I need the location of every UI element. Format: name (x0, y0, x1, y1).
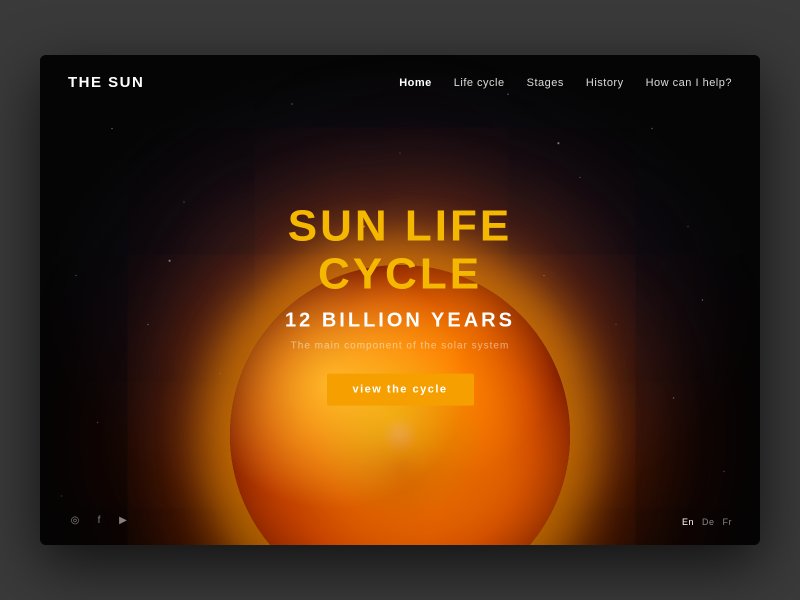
nav-item-history[interactable]: History (586, 73, 624, 91)
hero-years: 12 BILLION YEARS (220, 309, 580, 332)
browser-window: THE SUN Home Life cycle Stages History H… (40, 55, 760, 545)
site-logo[interactable]: THE SUN (68, 74, 144, 91)
nav-menu: Home Life cycle Stages History How can I… (399, 73, 732, 91)
lang-fr[interactable]: Fr (723, 517, 733, 527)
lang-en[interactable]: En (682, 517, 694, 527)
youtube-icon[interactable]: ▶ (116, 513, 130, 527)
instagram-icon[interactable]: ◎ (68, 513, 82, 527)
nav-item-lifecycle[interactable]: Life cycle (454, 73, 505, 91)
facebook-icon[interactable]: f (92, 513, 106, 527)
nav-item-help[interactable]: How can I help? (646, 73, 732, 91)
navbar: THE SUN Home Life cycle Stages History H… (40, 55, 760, 109)
view-cycle-button[interactable]: View the cycle (327, 373, 474, 405)
nav-item-home[interactable]: Home (399, 73, 432, 91)
nav-item-stages[interactable]: Stages (527, 73, 564, 91)
lang-de[interactable]: De (702, 517, 715, 527)
hero-content: SUN LIFE CYCLE 12 BILLION YEARS The main… (220, 203, 580, 406)
social-links: ◎ f ▶ (68, 513, 130, 527)
hero-description: The main component of the solar system (220, 340, 580, 351)
language-switcher: En De Fr (682, 517, 732, 527)
hero-main-title: SUN LIFE CYCLE (220, 203, 580, 300)
hero-section: THE SUN Home Life cycle Stages History H… (40, 55, 760, 545)
